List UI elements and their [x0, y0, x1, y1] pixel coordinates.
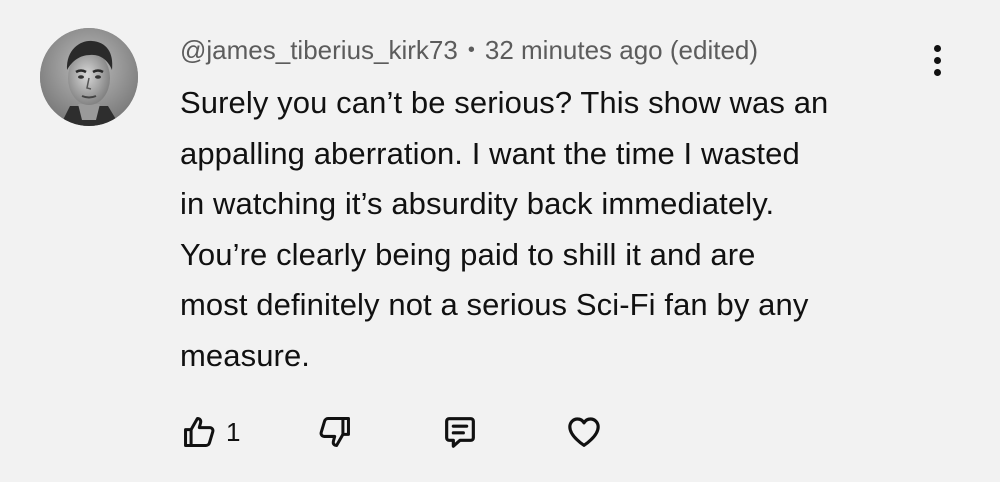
comment-timestamp[interactable]: 32 minutes ago (edited) — [485, 35, 758, 66]
avatar[interactable] — [40, 28, 138, 126]
reply-button[interactable] — [440, 410, 480, 454]
like-button[interactable]: 1 — [180, 410, 240, 454]
comment-text: Surely you can’t be serious? This show w… — [180, 85, 829, 373]
comment-author[interactable]: @james_tiberius_kirk73 — [180, 35, 458, 66]
dislike-button[interactable] — [316, 410, 354, 454]
like-count: 1 — [226, 416, 241, 447]
heart-icon — [568, 417, 600, 447]
meta-separator: • — [467, 38, 475, 61]
heart-button[interactable] — [564, 410, 604, 454]
avatar-photo — [40, 28, 138, 126]
thumbs-up-icon — [184, 417, 215, 447]
comment-icon — [445, 417, 475, 448]
comment-meta: @james_tiberius_kirk73 • 32 minutes ago … — [180, 32, 758, 68]
more-vertical-icon[interactable] — [920, 38, 954, 82]
thumbs-down-icon — [319, 417, 350, 447]
comment-card: @james_tiberius_kirk73 • 32 minutes ago … — [0, 0, 1000, 482]
